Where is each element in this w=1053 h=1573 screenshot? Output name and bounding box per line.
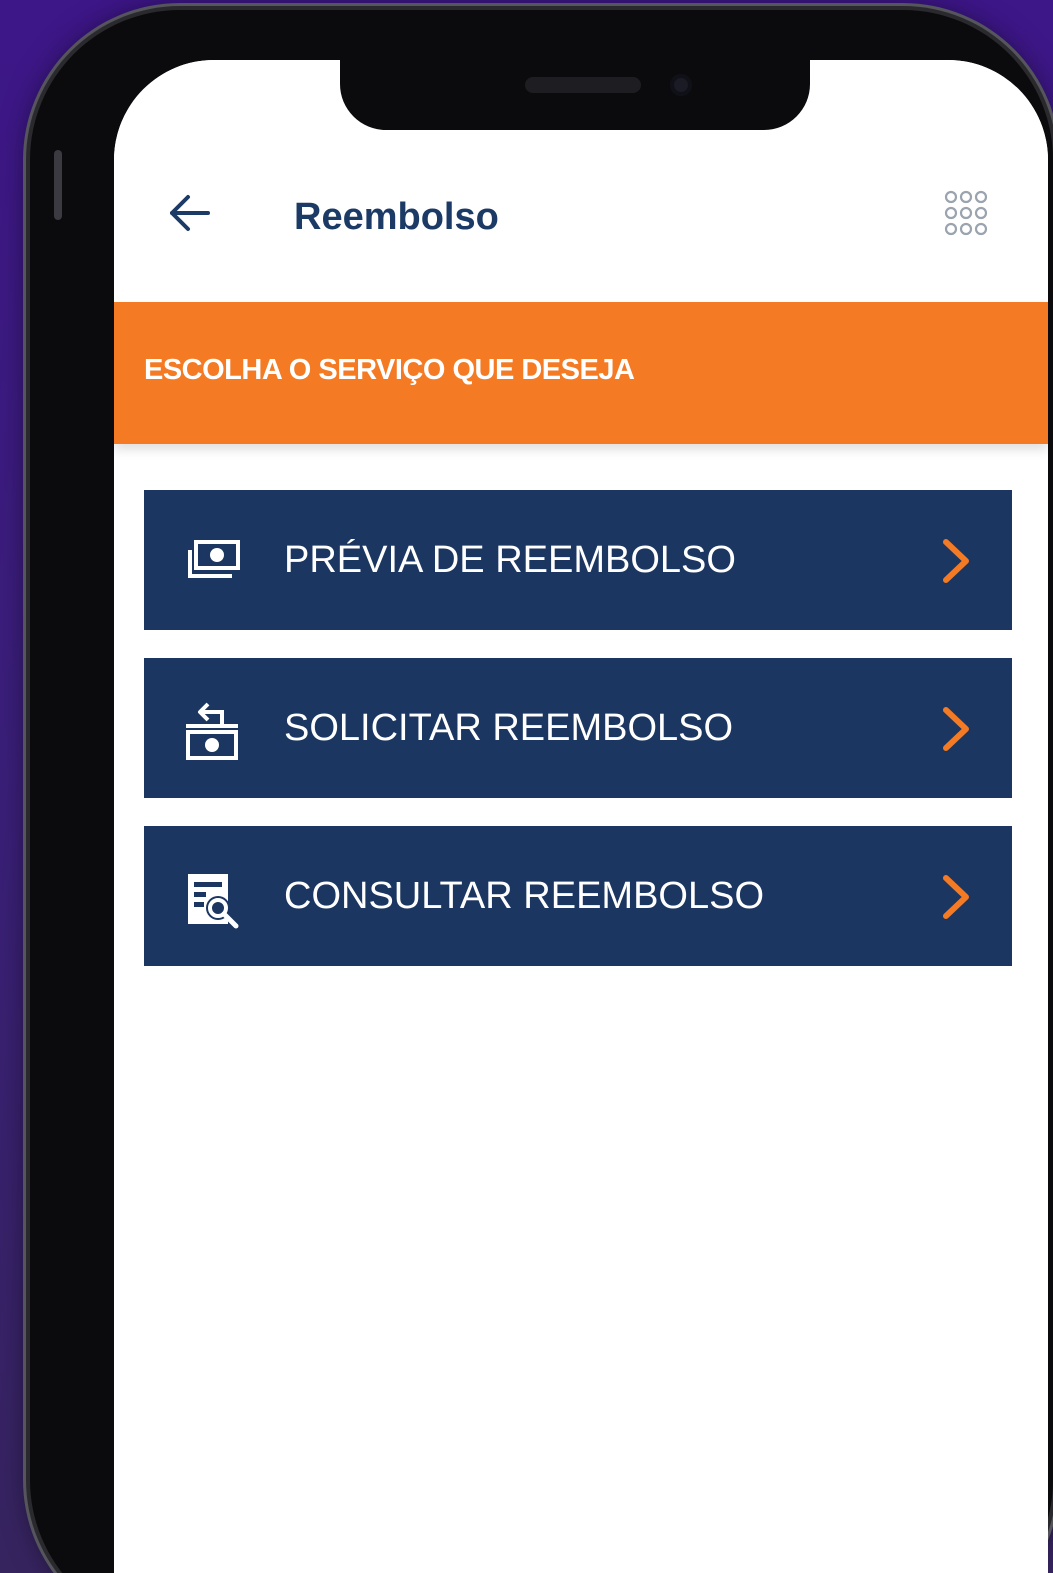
chevron-right-icon [943, 875, 969, 919]
menu-item-label: SOLICITAR REEMBOLSO [284, 707, 734, 749]
service-banner: ESCOLHA O SERVIÇO QUE DESEJA [114, 302, 1048, 444]
grid-dots-icon[interactable] [942, 188, 990, 238]
phone-notch [340, 58, 810, 130]
chevron-right-icon [943, 707, 969, 751]
money-stack-icon [188, 540, 240, 578]
arrow-left-icon[interactable] [166, 190, 212, 236]
phone-side-button [54, 150, 62, 220]
money-return-icon [186, 702, 238, 760]
menu-item-consultar-reembolso[interactable]: CONSULTAR REEMBOLSO [144, 826, 1012, 966]
menu-item-label: CONSULTAR REEMBOLSO [284, 875, 765, 917]
menu-item-previa-reembolso[interactable]: PRÉVIA DE REEMBOLSO [144, 490, 1012, 630]
phone-screen: Reembolso ESCOLHA O SERVIÇO QUE DESEJA P… [114, 60, 1048, 1573]
page-title: Reembolso [294, 196, 499, 238]
phone-frame: Reembolso ESCOLHA O SERVIÇO QUE DESEJA P… [30, 10, 1053, 1573]
menu-item-label: PRÉVIA DE REEMBOLSO [284, 539, 736, 581]
banner-text: ESCOLHA O SERVIÇO QUE DESEJA [144, 354, 635, 386]
service-menu: PRÉVIA DE REEMBOLSO SOLICITAR REEMBOLSO … [144, 490, 1012, 994]
phone-camera [670, 74, 692, 96]
phone-speaker [525, 77, 641, 93]
chevron-right-icon [943, 539, 969, 583]
stage: Reembolso ESCOLHA O SERVIÇO QUE DESEJA P… [0, 0, 1053, 1573]
menu-item-solicitar-reembolso[interactable]: SOLICITAR REEMBOLSO [144, 658, 1012, 798]
document-search-icon [188, 874, 239, 929]
